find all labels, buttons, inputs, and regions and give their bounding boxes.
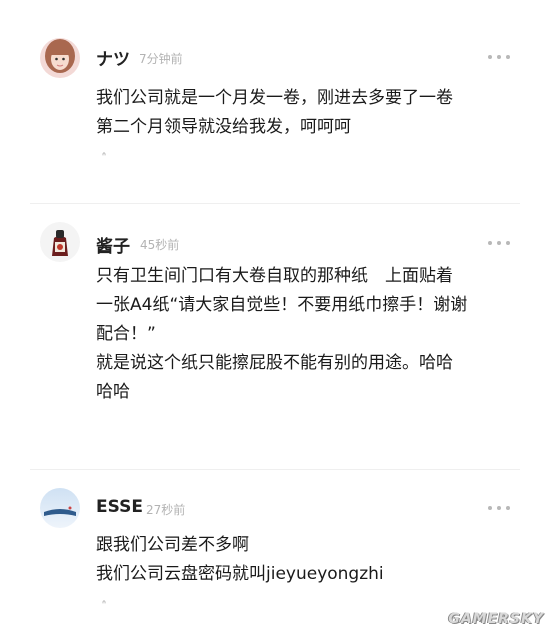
comment-line: 我们公司云盘密码就叫jieyueyongzhi: [96, 564, 384, 584]
comment-line: 配合！”: [96, 324, 156, 344]
timestamp: 27秒前: [146, 503, 186, 517]
reply-icon[interactable]: ᐢ: [102, 599, 106, 610]
avatar[interactable]: [40, 488, 80, 528]
comment-line: 跟我们公司差不多啊: [96, 535, 249, 555]
comment-line: 第二个月领导就没给我发，呵呵呵: [96, 117, 351, 137]
comment-line: 一张A4纸“请大家自觉些！不要用纸巾擦手！谢谢: [96, 295, 468, 315]
more-options-icon[interactable]: [488, 52, 510, 62]
timestamp: 7分钟前: [139, 52, 183, 66]
comment-line: 哈哈: [96, 382, 130, 402]
avatar[interactable]: [40, 222, 80, 262]
comment-line: 就是说这个纸只能擦屁股不能有别的用途。哈哈: [96, 353, 453, 373]
comment-line: 我们公司就是一个月发一卷，刚进去多要了一卷: [96, 88, 453, 108]
reply-icon[interactable]: ᐢ: [102, 151, 106, 162]
username[interactable]: ナツ: [96, 45, 130, 70]
more-options-icon[interactable]: [488, 238, 510, 248]
comment-body: 我们公司就是一个月发一卷，刚进去多要了一卷 第二个月领导就没给我发，呵呵呵: [96, 84, 516, 142]
site-watermark: GAMERSKY: [448, 611, 544, 627]
timestamp: 45秒前: [140, 238, 180, 252]
avatar[interactable]: [40, 38, 80, 78]
username[interactable]: ESSE: [96, 497, 143, 517]
comment-line: 只有卫生间门口有大卷自取的那种纸 上面贴着: [96, 266, 453, 286]
comment-body: 跟我们公司差不多啊 我们公司云盘密码就叫jieyueyongzhi: [96, 531, 516, 589]
more-options-icon[interactable]: [488, 503, 510, 513]
divider: [30, 469, 520, 470]
divider: [30, 203, 520, 204]
username[interactable]: 酱子: [96, 232, 130, 257]
comment-body: 只有卫生间门口有大卷自取的那种纸 上面贴着 一张A4纸“请大家自觉些！不要用纸巾…: [96, 262, 516, 407]
